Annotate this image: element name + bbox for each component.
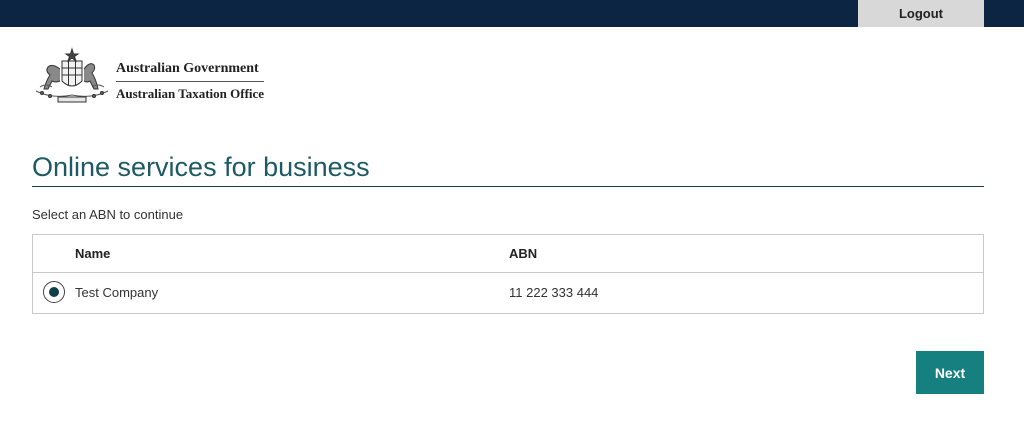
abn-radio-button[interactable] [43, 281, 65, 303]
cell-abn: 11 222 333 444 [509, 285, 599, 300]
column-header-abn: ABN [509, 246, 538, 261]
table-header-row: Name ABN [33, 235, 983, 273]
radio-selected-dot [49, 287, 59, 297]
top-bar: Logout [0, 0, 1024, 27]
table-row[interactable]: Test Company 11 222 333 444 [33, 273, 983, 313]
next-button[interactable]: Next [916, 351, 984, 394]
abn-table: Name ABN Test Company 11 222 333 444 [32, 234, 984, 314]
page-title: Online services for business [32, 152, 984, 187]
coat-of-arms-icon [35, 47, 109, 103]
column-header-name: Name [75, 246, 111, 261]
logo-line-ato: Australian Taxation Office [116, 86, 265, 101]
logout-button[interactable]: Logout [858, 0, 984, 27]
cell-name: Test Company [75, 285, 159, 300]
instruction-text: Select an ABN to continue [32, 207, 184, 222]
logo-line-government: Australian Government [116, 61, 265, 82]
ato-logo: Australian Government Australian Taxatio… [32, 47, 272, 109]
